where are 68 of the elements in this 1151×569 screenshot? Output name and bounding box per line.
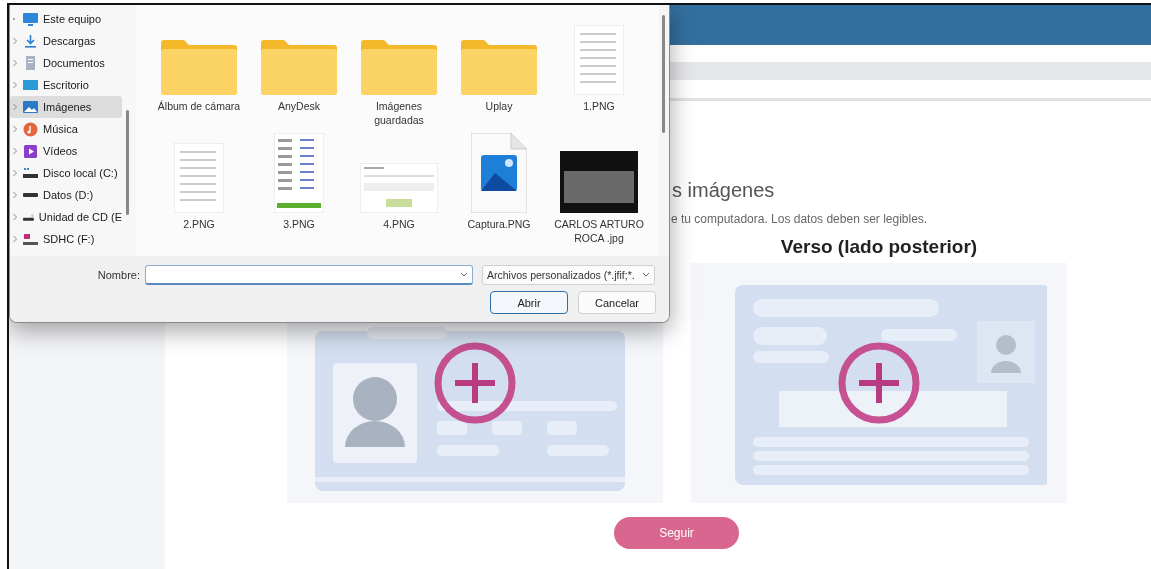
page-title: s imágenes xyxy=(672,178,775,202)
sidebar-label: Imágenes xyxy=(43,101,92,113)
sidebar-item[interactable]: SDHC (F:) xyxy=(10,228,122,250)
picture-icon xyxy=(23,100,38,114)
sidebar-label: Este equipo xyxy=(43,13,102,25)
upload-card[interactable] xyxy=(691,263,1067,503)
download-icon xyxy=(23,34,38,48)
sidebar-item[interactable]: Documentos xyxy=(10,52,122,74)
sidebar-label: Datos (D:) xyxy=(43,189,94,201)
sidebar-item[interactable]: Vídeos xyxy=(10,140,122,162)
add-icon[interactable] xyxy=(433,341,517,425)
desktop-icon xyxy=(23,80,38,90)
file-name[interactable]: Uplay xyxy=(450,99,548,113)
scrollbar-thumb[interactable] xyxy=(662,15,665,133)
sd-card-icon xyxy=(23,233,38,245)
file-name[interactable]: AnyDesk xyxy=(250,99,348,113)
sidebar-item[interactable]: Escritorio xyxy=(10,74,122,96)
dialog-button[interactable]: Abrir xyxy=(490,291,568,314)
sidebar-item[interactable]: Unidad de CD (E xyxy=(10,206,122,228)
drive-icon xyxy=(23,168,38,178)
sidebar-label: Escritorio xyxy=(43,79,89,91)
file-name[interactable]: 3.PNG xyxy=(250,217,348,231)
video-icon xyxy=(23,143,38,159)
file-name[interactable]: 4.PNG xyxy=(350,217,448,231)
sidebar-label: Música xyxy=(43,123,78,135)
dialog-button[interactable]: Cancelar xyxy=(578,291,656,314)
folder-icon[interactable] xyxy=(261,39,337,95)
document-thumbnail[interactable] xyxy=(274,133,324,213)
sidebar-item[interactable]: Imágenes xyxy=(10,96,122,118)
sidebar-item[interactable]: Descargas xyxy=(10,30,122,52)
document-thumbnail[interactable] xyxy=(574,25,624,95)
filename-field[interactable] xyxy=(145,265,473,285)
computer-icon xyxy=(23,12,38,26)
file-name[interactable]: 1.PNG xyxy=(550,99,648,113)
folder-icon[interactable] xyxy=(161,39,237,95)
sidebar-label: Vídeos xyxy=(43,145,78,157)
sidebar-item[interactable]: Disco local (C:) xyxy=(10,162,122,184)
scrollbar-thumb[interactable] xyxy=(126,110,129,215)
photo-placeholder[interactable] xyxy=(560,151,638,213)
sidebar-label: Unidad de CD (E xyxy=(38,211,122,223)
sidebar-label: Descargas xyxy=(43,35,96,47)
drive-icon xyxy=(23,193,38,197)
field-label: Nombre: xyxy=(96,269,141,281)
folder-icon[interactable] xyxy=(461,39,537,95)
document-thumbnail[interactable] xyxy=(174,143,224,213)
folder-icon[interactable] xyxy=(361,39,437,95)
music-icon xyxy=(23,121,38,137)
file-name[interactable]: Captura.PNG xyxy=(450,217,548,231)
image-file-icon[interactable] xyxy=(471,133,527,213)
sidebar-label: Documentos xyxy=(43,57,105,69)
instruction-text: e tu computadora. Los datos deben ser legibles. xyxy=(671,212,928,227)
add-icon[interactable] xyxy=(837,341,921,425)
file-name[interactable]: Imágenes guardadas xyxy=(350,99,448,127)
sidebar-item[interactable]: Datos (D:) xyxy=(10,184,122,206)
document-icon xyxy=(23,56,38,70)
sidebar-item[interactable]: Música xyxy=(10,118,122,140)
sidebar-label: Disco local (C:) xyxy=(43,167,118,179)
sidebar-item[interactable]: Este equipo xyxy=(10,8,122,30)
file-name[interactable]: Álbum de cámara xyxy=(150,99,248,113)
file-type-dropdown[interactable]: Archivos personalizados (*.jfif;*. xyxy=(482,265,655,285)
drive-icon xyxy=(23,212,34,222)
file-name[interactable]: CARLOS ARTURO ROCA .jpg xyxy=(550,217,648,245)
card-heading: Verso (lado posterior) xyxy=(780,235,978,259)
caret-icon xyxy=(642,272,650,278)
caret-icon xyxy=(460,271,468,278)
document-thumbnail[interactable] xyxy=(360,163,438,213)
sidebar-label: SDHC (F:) xyxy=(43,233,95,245)
file-name[interactable]: 2.PNG xyxy=(150,217,248,231)
